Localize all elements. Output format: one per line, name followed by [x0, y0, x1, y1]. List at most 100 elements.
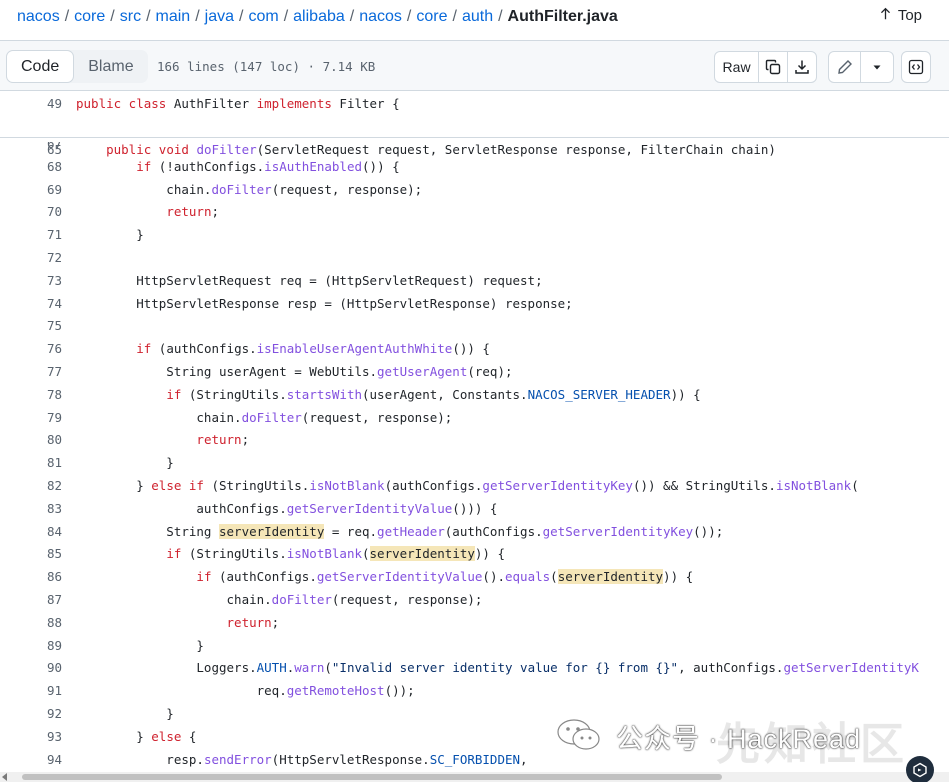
line-number[interactable]: 81	[0, 451, 62, 474]
tab-code[interactable]: Code	[6, 50, 75, 83]
download-button[interactable]	[788, 52, 816, 82]
line-code: if (authConfigs.isEnableUserAgentAuthWhi…	[136, 341, 490, 357]
edit-menu-button[interactable]	[861, 52, 893, 82]
line-code: chain.doFilter(request, response);	[76, 409, 453, 425]
pencil-icon	[837, 60, 852, 74]
edit-button-group	[828, 51, 894, 83]
code-line: 75	[0, 314, 949, 337]
breadcrumb-file-name: AuthFilter.java	[507, 8, 618, 25]
line-number[interactable]: 73	[0, 269, 62, 292]
code-line: 82 } else if (StringUtils.isNotBlank(aut…	[0, 474, 949, 497]
code-view: 67 68 if (!authConfigs.isAuthEnabled()) {…	[0, 142, 949, 772]
line-code: return;	[226, 614, 280, 630]
line-number[interactable]: 71	[0, 223, 62, 246]
line-code: HttpServletResponse resp = (HttpServletR…	[76, 295, 573, 311]
line-number[interactable]: 88	[0, 611, 62, 634]
code-line: 71 }	[0, 223, 949, 246]
breadcrumb-link-6[interactable]: alibaba	[293, 8, 345, 25]
tab-blame[interactable]: Blame	[74, 50, 147, 83]
breadcrumb-separator: /	[283, 8, 289, 25]
line-code: } else {	[76, 728, 197, 744]
code-line: 83 authConfigs.getServerIdentityValue())…	[0, 497, 949, 520]
line-code: HttpServletRequest req = (HttpServletReq…	[76, 272, 543, 288]
line-code: return;	[196, 432, 250, 448]
line-number[interactable]: 79	[0, 406, 62, 429]
line-code: return;	[166, 204, 219, 220]
line-number[interactable]: 80	[0, 428, 62, 451]
line-number[interactable]: 87	[0, 588, 62, 611]
line-number[interactable]: 74	[0, 292, 62, 315]
copy-button[interactable]	[759, 52, 788, 82]
line-number[interactable]: 69	[0, 178, 62, 201]
view-switch: Code Blame	[6, 50, 148, 83]
line-number[interactable]: 78	[0, 383, 62, 406]
line-number[interactable]: 68	[0, 155, 62, 178]
breadcrumb-link-0[interactable]: nacos	[17, 8, 60, 25]
line-number[interactable]: 86	[0, 565, 62, 588]
line-number[interactable]: 83	[0, 497, 62, 520]
floating-action-button[interactable]	[906, 756, 934, 782]
breadcrumb-separator: /	[452, 8, 457, 25]
line-number[interactable]: 84	[0, 520, 62, 543]
code-line: 86 if (authConfigs.getServerIdentityValu…	[0, 565, 949, 588]
code-line: 69 chain.doFilter(request, response);	[0, 178, 949, 201]
code-line: 90 Loggers.AUTH.warn("Invalid server ide…	[0, 656, 949, 679]
line-number[interactable]: 72	[0, 246, 62, 269]
code-line: 72	[0, 246, 949, 269]
line-code: if (authConfigs.getServerIdentityValue()…	[196, 569, 694, 585]
code-line: 73 HttpServletRequest req = (HttpServlet…	[0, 269, 949, 292]
line-number[interactable]: 67	[0, 142, 62, 155]
line-number[interactable]: 92	[0, 702, 62, 725]
line-code: }	[76, 455, 174, 471]
line-code: authConfigs.getServerIdentityValue())) {	[76, 500, 498, 516]
line-number[interactable]: 89	[0, 634, 62, 657]
code-line: 76 if (authConfigs.isEnableUserAgentAuth…	[0, 337, 949, 360]
line-number[interactable]: 93	[0, 725, 62, 748]
line-number[interactable]: 91	[0, 679, 62, 702]
line-code: if (StringUtils.startsWith(userAgent, Co…	[166, 386, 701, 402]
breadcrumb-link-4[interactable]: java	[205, 8, 234, 25]
line-number[interactable]: 70	[0, 200, 62, 223]
line-number[interactable]: 82	[0, 474, 62, 497]
copy-icon	[765, 59, 781, 75]
raw-button[interactable]: Raw	[715, 52, 760, 82]
code-line: 74 HttpServletResponse resp = (HttpServl…	[0, 292, 949, 315]
breadcrumb-link-2[interactable]: src	[120, 8, 141, 25]
line-code: }	[76, 706, 174, 721]
breadcrumb-separator: /	[498, 8, 503, 25]
edit-button[interactable]	[829, 52, 862, 82]
top-link[interactable]: Top	[879, 7, 922, 24]
breadcrumb-separator: /	[110, 8, 115, 25]
line-number[interactable]: 90	[0, 656, 62, 679]
breadcrumb-link-9[interactable]: auth	[462, 8, 493, 25]
breadcrumb-link-1[interactable]: core	[74, 8, 105, 25]
file-toolbar: Code Blame 166 lines (147 loc) · 7.14 KB…	[0, 41, 949, 91]
code-line: 68 if (!authConfigs.isAuthEnabled()) {	[0, 155, 949, 178]
download-icon	[795, 60, 809, 74]
code-line: 94 resp.sendError(HttpServletResponse.SC…	[0, 748, 949, 771]
line-code: Loggers.AUTH.warn("Invalid server identi…	[76, 660, 919, 676]
line-number[interactable]: 75	[0, 314, 62, 337]
code-line: 78 if (StringUtils.startsWith(userAgent,…	[0, 383, 949, 406]
breadcrumb-link-5[interactable]: com	[248, 8, 278, 25]
breadcrumb-link-8[interactable]: core	[416, 8, 447, 25]
code-line: 70 return;	[0, 200, 949, 223]
code-line: 67	[0, 142, 949, 155]
line-number[interactable]: 85	[0, 542, 62, 565]
line-number[interactable]: 94	[0, 748, 62, 771]
horizontal-scrollbar[interactable]	[0, 772, 949, 782]
breadcrumb-link-3[interactable]: main	[156, 8, 191, 25]
code-line: 92 }	[0, 702, 949, 725]
line-code: chain.doFilter(request, response);	[76, 181, 423, 197]
line-number[interactable]: 76	[0, 337, 62, 360]
cube-icon	[913, 762, 927, 778]
breadcrumb-separator: /	[146, 8, 151, 25]
sticky-scope-header: 49 public class AuthFilter implements Fil…	[0, 92, 949, 157]
symbols-button[interactable]	[901, 51, 931, 83]
line-number[interactable]: 49	[0, 92, 62, 115]
scroll-left-icon[interactable]	[2, 773, 7, 781]
scrollbar-thumb[interactable]	[22, 774, 722, 780]
line-code: if (StringUtils.isNotBlank(serverIdentit…	[166, 546, 505, 562]
breadcrumb-link-7[interactable]: nacos	[359, 8, 402, 25]
line-number[interactable]: 77	[0, 360, 62, 383]
